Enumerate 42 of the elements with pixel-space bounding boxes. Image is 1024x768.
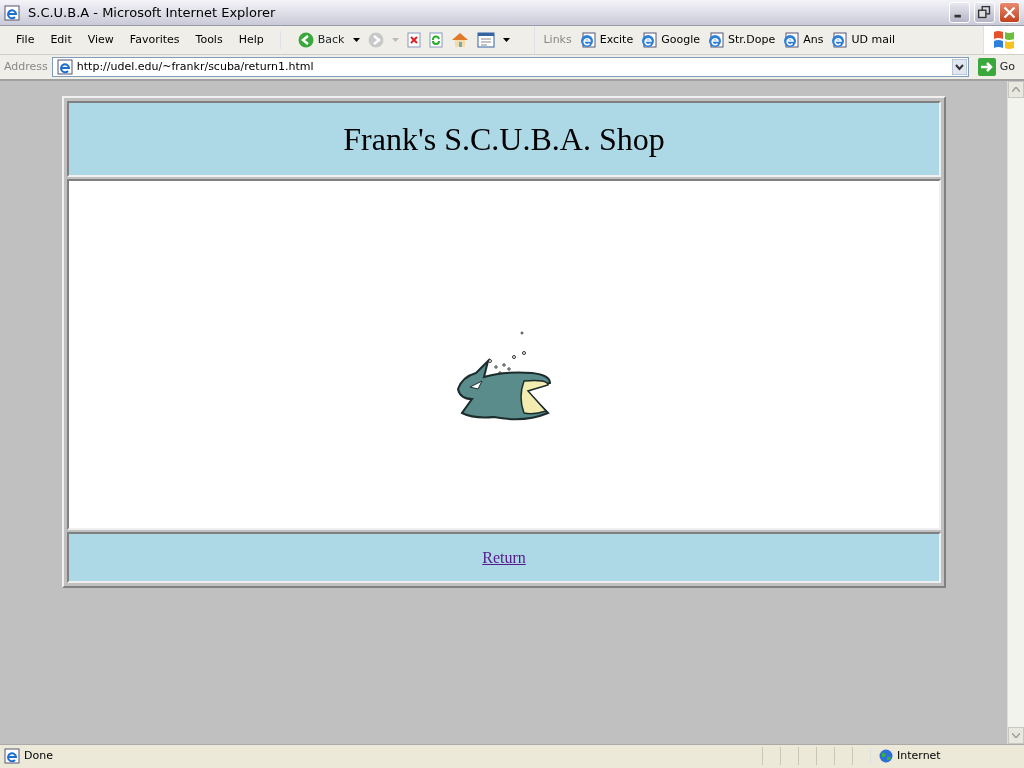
page-icon [783,32,800,48]
window-title: S.C.U.B.A - Microsoft Internet Explorer [28,3,276,22]
links-label: Links [543,31,572,48]
favorite-link[interactable]: Google [641,31,700,49]
security-zone: Internet [897,747,941,764]
address-label: Address [4,58,48,75]
caret-icon[interactable] [503,38,511,42]
menu-item[interactable]: File [8,29,43,51]
stop-icon[interactable] [407,32,422,48]
menu-item[interactable]: Favorites [121,29,188,51]
caret-icon[interactable] [353,38,361,42]
status-text: Done [24,747,53,764]
browser-icon [4,4,20,21]
page-icon [831,32,848,48]
menu-item[interactable]: Help [230,29,272,51]
favorite-link[interactable]: Str.Dope [707,31,776,49]
favorite-link[interactable]: UD mail [831,31,896,49]
menu-item[interactable]: Edit [42,29,80,51]
favorite-link[interactable]: Excite [579,31,634,49]
document-icon[interactable] [477,32,496,48]
refresh-icon[interactable] [429,32,444,48]
return-link[interactable]: Return [482,545,526,570]
page-icon [707,32,724,48]
go-arrow-icon [977,58,996,76]
page-heading: Frank's S.C.U.B.A. Shop [343,120,665,159]
go-button[interactable]: Go [972,57,1020,77]
restore-icon[interactable] [974,2,995,23]
windows-logo-icon [992,29,1016,51]
page-icon [579,32,596,48]
page-icon [641,32,658,48]
dropdown-arrow-icon[interactable] [951,59,967,75]
minimize-icon[interactable] [949,2,970,23]
menu-item[interactable]: View [79,29,122,51]
address-field[interactable]: http://udel.edu/~frankr/scuba/return1.html [51,57,969,77]
globe-icon [879,749,893,763]
page-icon [4,748,20,764]
page-icon [56,59,73,75]
close-icon[interactable] [999,2,1020,23]
home-icon[interactable] [451,32,470,48]
back-button[interactable]: Back [296,30,346,50]
favorite-link[interactable]: Ans [783,31,824,49]
menu-item[interactable]: Tools [187,29,231,51]
